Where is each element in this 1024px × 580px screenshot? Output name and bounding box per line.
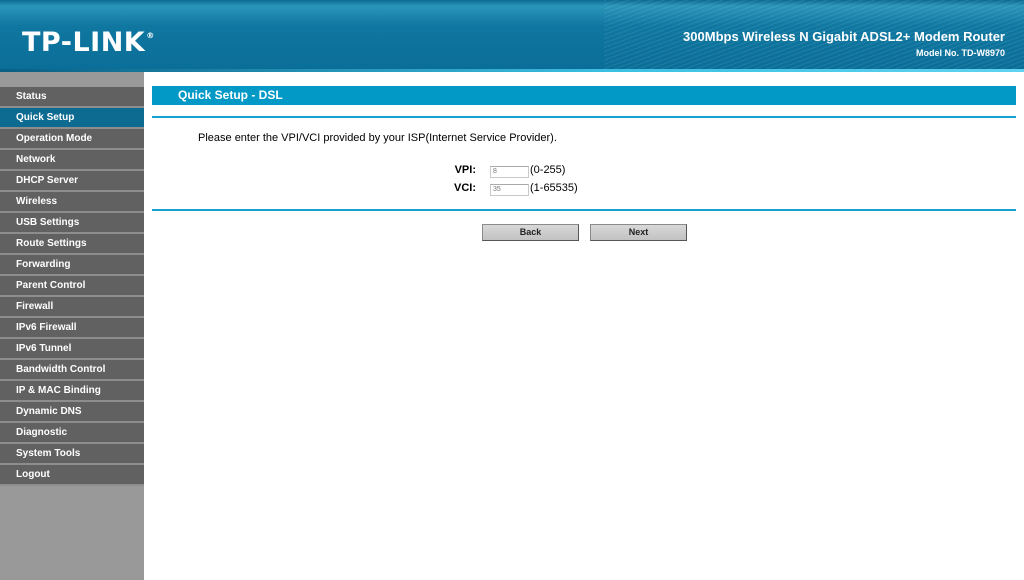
sidebar-item-quick-setup[interactable]: Quick Setup <box>0 108 144 129</box>
vci-range: (1-65535) <box>530 182 578 194</box>
tp-link-logo: TP-LINK® <box>22 27 155 58</box>
vpi-input[interactable]: 8 <box>490 166 529 178</box>
sidebar-item-ipv6-tunnel[interactable]: IPv6 Tunnel <box>0 339 144 360</box>
product-name: 300Mbps Wireless N Gigabit ADSL2+ Modem … <box>683 29 1005 44</box>
sidebar-item-dynamic-dns[interactable]: Dynamic DNS <box>0 402 144 423</box>
sidebar-item-dhcp-server[interactable]: DHCP Server <box>0 171 144 192</box>
vpi-label: VPI: <box>454 164 476 176</box>
page-title-bar: Quick Setup - DSL <box>152 86 1016 105</box>
top-divider <box>152 116 1016 118</box>
back-button[interactable]: Back <box>482 224 579 241</box>
sidebar-item-network[interactable]: Network <box>0 150 144 171</box>
vci-input[interactable]: 35 <box>490 184 529 196</box>
sidebar-item-ip-mac-binding[interactable]: IP & MAC Binding <box>0 381 144 402</box>
vci-label: VCI: <box>454 182 476 194</box>
registered-mark: ® <box>146 31 155 40</box>
bottom-divider <box>152 209 1016 211</box>
header-divider <box>0 69 1024 72</box>
next-button[interactable]: Next <box>590 224 687 241</box>
sidebar-item-status[interactable]: Status <box>0 87 144 108</box>
sidebar-item-wireless[interactable]: Wireless <box>0 192 144 213</box>
sidebar-item-firewall[interactable]: Firewall <box>0 297 144 318</box>
sidebar-item-bandwidth-control[interactable]: Bandwidth Control <box>0 360 144 381</box>
sidebar-item-parent-control[interactable]: Parent Control <box>0 276 144 297</box>
model-number: Model No. TD-W8970 <box>915 48 1005 58</box>
sidebar-item-operation-mode[interactable]: Operation Mode <box>0 129 144 150</box>
sidebar-item-diagnostic[interactable]: Diagnostic <box>0 423 144 444</box>
sidebar-item-usb-settings[interactable]: USB Settings <box>0 213 144 234</box>
sidebar-item-route-settings[interactable]: Route Settings <box>0 234 144 255</box>
instruction-text: Please enter the VPI/VCI provided by you… <box>198 132 557 144</box>
sidebar-menu: Status Quick Setup Operation Mode Networ… <box>0 72 144 580</box>
sidebar-item-system-tools[interactable]: System Tools <box>0 444 144 465</box>
sidebar-item-ipv6-firewall[interactable]: IPv6 Firewall <box>0 318 144 339</box>
vpi-range: (0-255) <box>530 164 566 176</box>
page-title: Quick Setup - DSL <box>178 88 283 102</box>
sidebar-item-logout[interactable]: Logout <box>0 465 144 486</box>
sidebar-spacer <box>0 72 144 87</box>
header-banner: TP-LINK® 300Mbps Wireless N Gigabit ADSL… <box>0 0 1024 70</box>
logo-text: TP-LINK <box>22 27 146 58</box>
sidebar-item-forwarding[interactable]: Forwarding <box>0 255 144 276</box>
